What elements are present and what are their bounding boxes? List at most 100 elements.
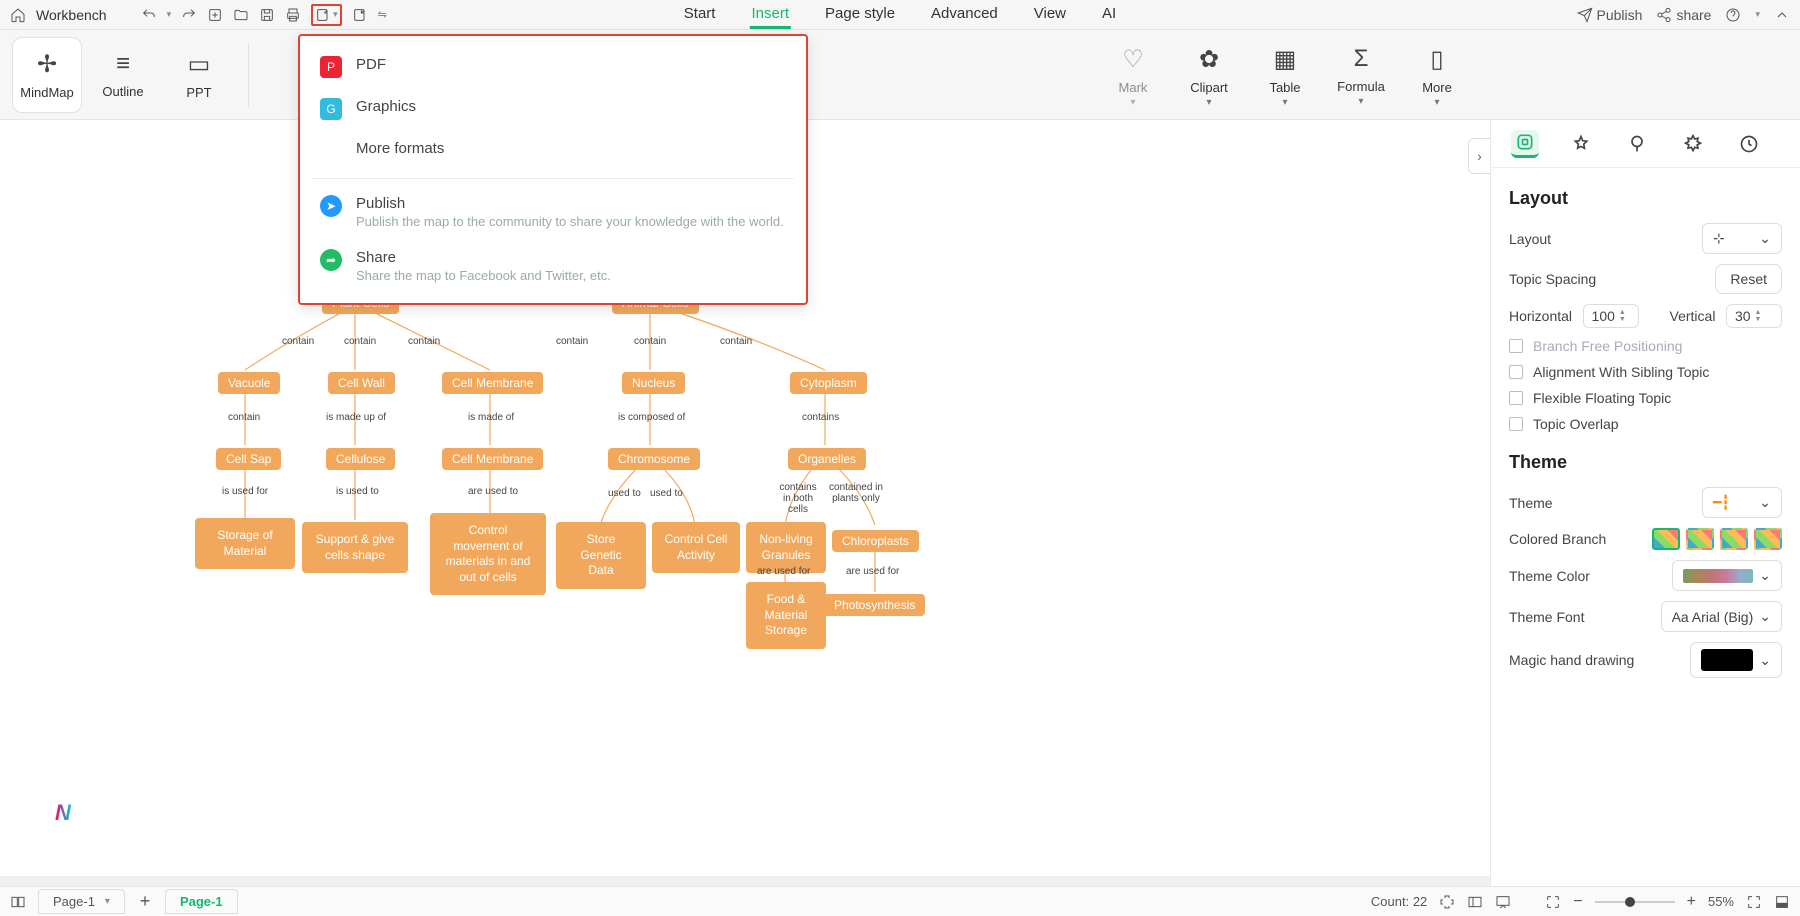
undo-icon[interactable] (141, 7, 157, 23)
ribbon-formula[interactable]: Σ Formula▾ (1326, 37, 1396, 113)
open-icon[interactable] (233, 7, 249, 23)
theme-color-select[interactable]: ⌄ (1672, 560, 1782, 591)
publish-icon (1577, 7, 1593, 23)
node-cellmembrane2[interactable]: Cell Membrane (442, 448, 543, 470)
branch-swatch-1[interactable] (1652, 528, 1680, 550)
ribbon-ppt[interactable]: ▭ PPT (164, 37, 234, 113)
save-icon[interactable] (259, 7, 275, 23)
panel-tab-layout[interactable] (1511, 130, 1539, 158)
node-foodstorage[interactable]: Food & Material Storage (746, 582, 826, 649)
ribbon-mindmap[interactable]: ✢ MindMap (12, 37, 82, 113)
tab-insert[interactable]: Insert (749, 1, 791, 29)
rel: contain (556, 336, 588, 347)
magic-drawing-select[interactable]: ⌄ (1690, 642, 1782, 678)
workbench-label[interactable]: Workbench (36, 7, 107, 23)
flexible-floating-checkbox[interactable]: Flexible Floating Topic (1509, 390, 1782, 406)
home-icon[interactable] (10, 7, 26, 23)
publish-button[interactable]: Publish (1577, 7, 1643, 23)
node-storage[interactable]: Storage of Material (195, 518, 295, 569)
node-nucleus[interactable]: Nucleus (622, 372, 685, 394)
ribbon-table[interactable]: ▦ Table▾ (1250, 37, 1320, 113)
rel: contained in plants only (828, 482, 884, 504)
viewmode-icon[interactable] (1467, 894, 1483, 910)
node-vacuole[interactable]: Vacuole (218, 372, 280, 394)
node-cellulose[interactable]: Cellulose (326, 448, 395, 470)
branch-swatch-4[interactable] (1754, 528, 1782, 550)
export-share[interactable]: ➦ Share Share the map to Facebook and Tw… (300, 239, 806, 293)
node-chromosome[interactable]: Chromosome (608, 448, 700, 470)
node-chloroplasts[interactable]: Chloroplasts (832, 530, 919, 552)
formula-icon: Σ (1354, 45, 1369, 73)
quickaccess-more[interactable]: ⇋ (378, 8, 387, 21)
fit-icon[interactable] (1545, 894, 1561, 910)
tab-pagestyle[interactable]: Page style (823, 1, 897, 29)
node-photosynthesis[interactable]: Photosynthesis (824, 594, 925, 616)
export-publish[interactable]: ➤ Publish Publish the map to the communi… (300, 185, 806, 239)
theme-color-label: Theme Color (1509, 568, 1672, 584)
align-sibling-checkbox[interactable]: Alignment With Sibling Topic (1509, 364, 1782, 380)
node-support[interactable]: Support & give cells shape (302, 522, 408, 573)
zoom-out[interactable]: − (1573, 893, 1582, 911)
fullscreen-icon[interactable] (1746, 894, 1762, 910)
node-cellwall[interactable]: Cell Wall (328, 372, 395, 394)
zoom-slider[interactable] (1595, 901, 1675, 903)
zoom-in[interactable]: + (1687, 893, 1696, 911)
undo-dropdown[interactable]: ▾ (167, 9, 172, 20)
node-cellmembrane[interactable]: Cell Membrane (442, 372, 543, 394)
topic-overlap-checkbox[interactable]: Topic Overlap (1509, 416, 1782, 432)
add-page-icon[interactable]: + (137, 894, 153, 910)
rel: contain (720, 336, 752, 347)
more-icon: ▯ (1430, 45, 1443, 74)
dock-icon[interactable] (1774, 894, 1790, 910)
reset-button[interactable]: Reset (1715, 264, 1782, 294)
print-icon[interactable] (285, 7, 301, 23)
collapse-panel-toggle[interactable]: › (1468, 138, 1490, 174)
main-tabs: Start Insert Page style Advanced View AI (682, 1, 1118, 29)
branch-swatch-2[interactable] (1686, 528, 1714, 550)
node-cellsap[interactable]: Cell Sap (216, 448, 281, 470)
ribbon-more[interactable]: ▯ More▾ (1402, 37, 1472, 113)
theme-select[interactable]: ━┇⌄ (1702, 487, 1782, 518)
new-icon[interactable] (207, 7, 223, 23)
node-control[interactable]: Control movement of materials in and out… (430, 513, 546, 595)
node-organelles[interactable]: Organelles (788, 448, 866, 470)
topic-spacing-label: Topic Spacing (1509, 271, 1715, 287)
tab-advanced[interactable]: Advanced (929, 1, 1000, 29)
vertical-input[interactable]: 30▲▼ (1726, 304, 1782, 328)
page-tab-1[interactable]: Page-1 (165, 889, 238, 914)
presentation-icon[interactable] (1495, 894, 1511, 910)
horizontal-scrollbar[interactable] (0, 876, 1490, 886)
page-selector[interactable]: Page-1▾ (38, 889, 125, 914)
share-button[interactable]: share (1656, 7, 1711, 23)
collapse-ribbon-icon[interactable] (1774, 7, 1790, 23)
horizontal-input[interactable]: 100▲▼ (1583, 304, 1639, 328)
pan-icon[interactable] (1439, 894, 1455, 910)
mark-icon: ♡ (1122, 45, 1144, 74)
node-genetic[interactable]: Store Genetic Data (556, 522, 646, 589)
panel-tab-tag[interactable] (1623, 130, 1651, 158)
export-pdf[interactable]: P PDF (300, 46, 806, 88)
rel: is used to (336, 486, 379, 497)
node-activity[interactable]: Control Cell Activity (652, 522, 740, 573)
ribbon-outline[interactable]: ≡ Outline (88, 37, 158, 113)
help-icon[interactable] (1725, 7, 1741, 23)
panel-tab-history[interactable] (1735, 130, 1763, 158)
tab-view[interactable]: View (1032, 1, 1068, 29)
export-moreformats[interactable]: More formats (300, 130, 806, 172)
ribbon-mark[interactable]: ♡ Mark▾ (1098, 37, 1168, 113)
import-icon[interactable] (352, 7, 368, 23)
tab-ai[interactable]: AI (1100, 1, 1118, 29)
theme-font-select[interactable]: Aa Arial (Big)⌄ (1661, 601, 1782, 632)
panel-tab-style[interactable] (1567, 130, 1595, 158)
export-button-highlighted[interactable]: ▾ (311, 4, 342, 26)
panel-tab-settings[interactable] (1679, 130, 1707, 158)
zoom-value[interactable]: 55% (1708, 894, 1734, 909)
ribbon-clipart[interactable]: ✿ Clipart▾ (1174, 37, 1244, 113)
redo-icon[interactable] (181, 7, 197, 23)
node-cytoplasm[interactable]: Cytoplasm (790, 372, 867, 394)
pages-icon[interactable] (10, 894, 26, 910)
layout-select[interactable]: ⊹⌄ (1702, 223, 1782, 254)
tab-start[interactable]: Start (682, 1, 718, 29)
export-graphics[interactable]: G Graphics (300, 88, 806, 130)
branch-swatch-3[interactable] (1720, 528, 1748, 550)
